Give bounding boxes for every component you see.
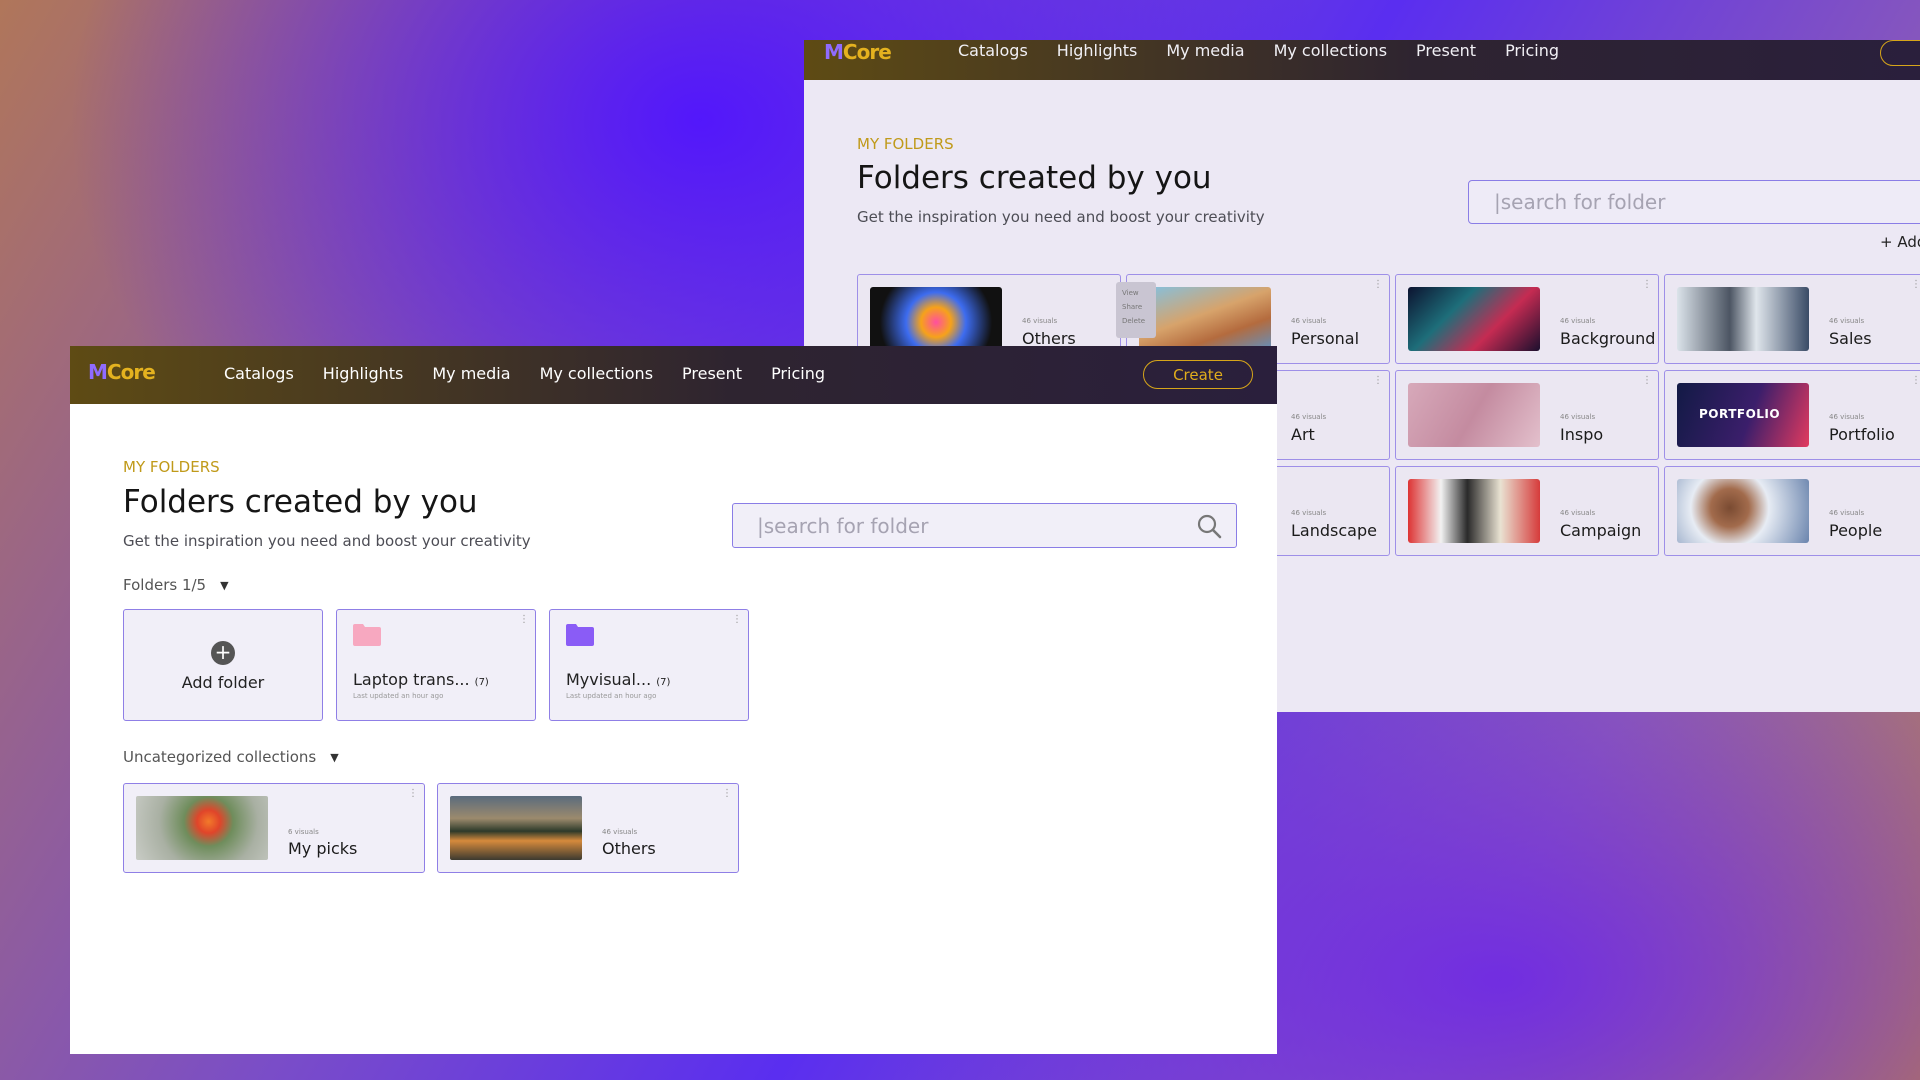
more-options-icon[interactable]: ⋮ [408, 788, 418, 799]
caret-down-icon: ▼ [220, 578, 229, 592]
nav-links: Catalogs Highlights My media My collecti… [958, 41, 1588, 60]
search-input[interactable] [757, 512, 1177, 540]
top-nav: MCore Catalogs Highlights My media My co… [804, 40, 1920, 80]
more-options-icon[interactable]: ⋮ [1642, 375, 1652, 386]
collection-thumbnail [1408, 287, 1540, 351]
more-options-icon[interactable]: ⋮ [1373, 279, 1383, 290]
collection-name: Portfolio [1829, 425, 1895, 444]
collection-thumbnail [1139, 287, 1271, 351]
logo[interactable]: MCore [88, 360, 156, 384]
search-bar [732, 503, 1237, 548]
plus-icon: + [211, 641, 235, 665]
collection-name: My picks [288, 839, 358, 858]
nav-catalogs[interactable]: Catalogs [958, 41, 1028, 60]
folder-updated: Last updated an hour ago [353, 692, 444, 700]
nav-catalogs[interactable]: Catalogs [224, 364, 294, 383]
app-window: MCore Catalogs Highlights My media My co… [70, 346, 1277, 1054]
nav-pricing[interactable]: Pricing [1505, 41, 1559, 60]
collection-card[interactable]: 46 visuals Background ⋮ [1395, 274, 1659, 364]
page-title: Folders created by you [857, 160, 1212, 196]
search-icon[interactable] [1196, 513, 1222, 539]
uncategorized-label: Uncategorized collections [123, 748, 317, 766]
more-options-icon[interactable]: ⋮ [722, 788, 732, 799]
context-menu: View Share Delete [1116, 282, 1156, 338]
add-collection-button[interactable]: + Add [1880, 233, 1920, 251]
collection-name: Personal [1291, 329, 1360, 348]
more-options-icon[interactable]: ⋮ [732, 614, 742, 625]
collection-thumbnail [450, 796, 582, 860]
section-eyebrow: MY FOLDERS [123, 458, 220, 476]
folder-card[interactable]: Laptop trans... (7) Last updated an hour… [336, 609, 536, 721]
nav-present[interactable]: Present [682, 364, 742, 383]
collection-thumbnail [870, 287, 1002, 351]
caret-down-icon: ▼ [330, 750, 339, 764]
more-options-icon[interactable]: ⋮ [519, 614, 529, 625]
uncategorized-section-toggle[interactable]: Uncategorized collections ▼ [123, 748, 339, 766]
create-button[interactable]: Create [1143, 360, 1253, 389]
folder-card[interactable]: Myvisual... (7) Last updated an hour ago… [549, 609, 749, 721]
folder-name: Laptop trans... (7) [353, 670, 489, 689]
collection-name: Campaign [1560, 521, 1642, 540]
collection-card[interactable]: 46 visuals Campaign [1395, 466, 1659, 556]
nav-my-collections[interactable]: My collections [1274, 41, 1387, 60]
folder-icon [566, 624, 594, 646]
add-folder-button[interactable]: + Add folder [123, 609, 323, 721]
folders-count-label: Folders 1/5 [123, 576, 207, 594]
collection-name: Inspo [1560, 425, 1604, 444]
context-delete[interactable]: Delete [1122, 314, 1150, 328]
collection-card[interactable]: 46 visuals Others ⋮ [437, 783, 739, 873]
page-title: Folders created by you [123, 484, 478, 520]
nav-highlights[interactable]: Highlights [1057, 41, 1138, 60]
nav-pricing[interactable]: Pricing [771, 364, 825, 383]
nav-my-collections[interactable]: My collections [540, 364, 653, 383]
nav-present[interactable]: Present [1416, 41, 1476, 60]
folder-icon [353, 624, 381, 646]
collection-card[interactable]: 46 visuals Inspo ⋮ [1395, 370, 1659, 460]
page-subtitle: Get the inspiration you need and boost y… [857, 208, 1265, 226]
collection-thumbnail [1408, 479, 1540, 543]
context-share[interactable]: Share [1122, 300, 1150, 314]
collection-visual-count: 46 visuals [602, 828, 638, 836]
nav-links: Catalogs Highlights My media My collecti… [224, 364, 854, 383]
folder-updated: Last updated an hour ago [566, 692, 657, 700]
logo[interactable]: MCore [824, 40, 892, 64]
collection-name: Background [1560, 329, 1656, 348]
collection-name: Art [1291, 425, 1315, 444]
folders-section-toggle[interactable]: Folders 1/5 ▼ [123, 576, 229, 594]
collection-thumbnail [136, 796, 268, 860]
collection-card[interactable]: 46 visuals People [1664, 466, 1920, 556]
collection-thumbnail [1677, 287, 1809, 351]
more-options-icon[interactable]: ⋮ [1911, 375, 1920, 386]
page-subtitle: Get the inspiration you need and boost y… [123, 532, 531, 550]
more-options-icon[interactable]: ⋮ [1373, 375, 1383, 386]
context-view[interactable]: View [1122, 286, 1150, 300]
collection-thumbnail [1677, 479, 1809, 543]
folder-name: Myvisual... (7) [566, 670, 671, 689]
collection-name: People [1829, 521, 1883, 540]
section-eyebrow: MY FOLDERS [857, 135, 954, 153]
collection-card[interactable]: 6 visuals My picks ⋮ [123, 783, 425, 873]
nav-highlights[interactable]: Highlights [323, 364, 404, 383]
create-button[interactable] [1880, 40, 1920, 66]
collection-card[interactable]: 46 visuals Sales ⋮ [1664, 274, 1920, 364]
collection-name: Sales [1829, 329, 1872, 348]
collection-name: Others [602, 839, 656, 858]
collection-visual-count: 6 visuals [288, 828, 319, 836]
more-options-icon[interactable]: ⋮ [1911, 279, 1920, 290]
nav-my-media[interactable]: My media [1166, 41, 1244, 60]
collection-thumbnail [1408, 383, 1540, 447]
collection-card[interactable]: PORTFOLIO 46 visuals Portfolio ⋮ [1664, 370, 1920, 460]
collection-thumbnail: PORTFOLIO [1677, 383, 1809, 447]
add-folder-label: Add folder [181, 673, 265, 692]
search-input[interactable]: |search for folder [1468, 180, 1920, 224]
top-nav: MCore Catalogs Highlights My media My co… [70, 346, 1277, 404]
collection-name: Landscape [1291, 521, 1377, 540]
more-options-icon[interactable]: ⋮ [1642, 279, 1652, 290]
nav-my-media[interactable]: My media [432, 364, 510, 383]
